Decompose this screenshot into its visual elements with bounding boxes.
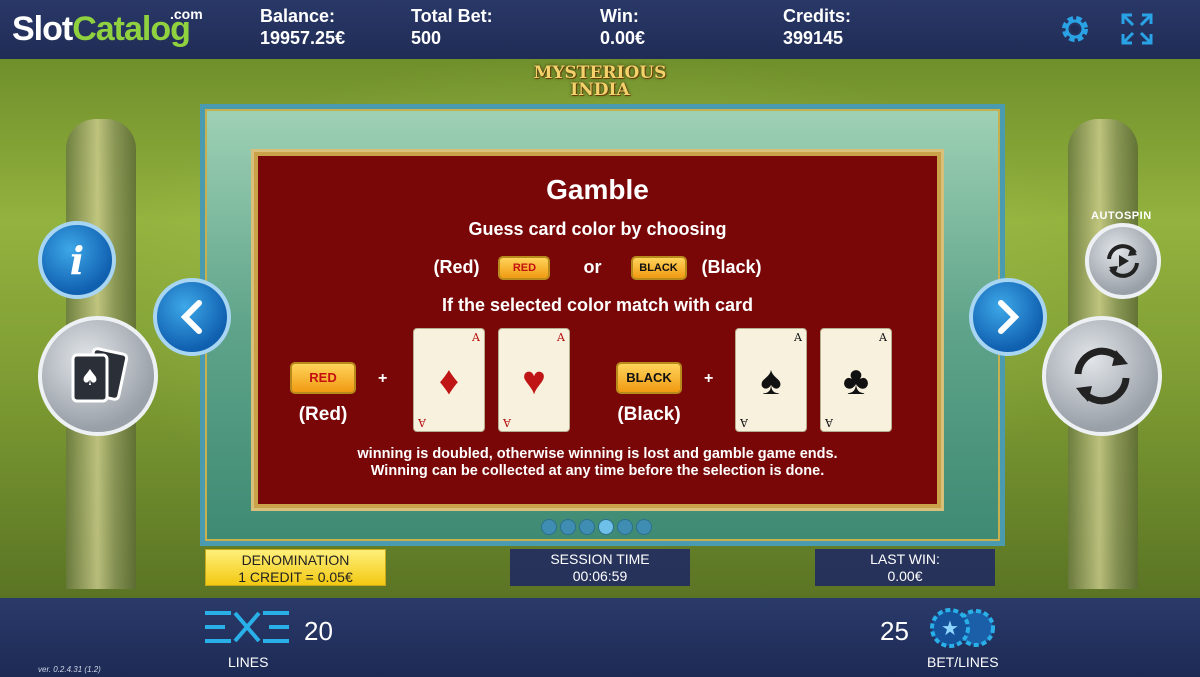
- black-example-label: (Black): [617, 404, 681, 425]
- card-ace-clubs: A ♣ A: [820, 328, 892, 432]
- fullscreen-icon[interactable]: [1120, 12, 1154, 46]
- session-time-box: SESSION TIME 00:06:59: [510, 549, 690, 586]
- next-page-button[interactable]: [969, 278, 1047, 356]
- bet-lines-value: 25: [880, 616, 909, 646]
- page-dot[interactable]: [579, 519, 595, 535]
- plus-sign: +: [704, 370, 714, 387]
- total-bet-display: Total Bet: 500: [411, 5, 493, 49]
- denomination-box[interactable]: DENOMINATION 1 CREDIT = 0.05€: [205, 549, 386, 586]
- gamble-footer-line1: winning is doubled, otherwise winning is…: [357, 446, 838, 462]
- card-ace-diamonds: A ♦ A: [413, 328, 485, 432]
- denomination-value: 1 CREDIT = 0.05€: [238, 569, 353, 585]
- session-time-value: 00:06:59: [572, 568, 628, 584]
- card-ace-hearts: A ♥ A: [498, 328, 570, 432]
- svg-text:♠: ♠: [80, 366, 100, 391]
- credits-display: Credits: 399145: [783, 5, 851, 49]
- spin-icon: [1074, 347, 1130, 405]
- info-button[interactable]: i: [38, 221, 116, 299]
- page-dot[interactable]: [617, 519, 633, 535]
- win-display: Win: 0.00€: [600, 5, 645, 49]
- last-win-label: LAST WIN:: [870, 551, 940, 567]
- top-bar: SlotCatalog .com Balance: 19957.25€ Total…: [0, 0, 1200, 59]
- autospin-button[interactable]: [1085, 223, 1161, 299]
- denomination-label: DENOMINATION: [241, 552, 350, 568]
- svg-text:★: ★: [941, 616, 959, 640]
- red-label: (Red): [433, 256, 480, 277]
- cards-icon: ♠: [71, 347, 129, 403]
- last-win-value: 0.00€: [887, 568, 923, 584]
- win-value: 0.00€: [600, 28, 646, 48]
- spin-button[interactable]: [1042, 316, 1162, 436]
- total-bet-value: 500: [411, 28, 442, 48]
- heart-icon: ♥: [522, 359, 546, 403]
- bet-lines-label: BET/LINES: [927, 654, 999, 670]
- chevron-right-icon: [998, 300, 1020, 334]
- gamble-subtitle: Guess card color by choosing: [468, 219, 727, 239]
- black-chip-example: BLACK: [616, 362, 682, 394]
- red-chip: RED: [498, 256, 551, 280]
- match-text: If the selected color match with card: [441, 295, 754, 315]
- game-screen: SlotCatalog .com Balance: 19957.25€ Total…: [0, 0, 1200, 677]
- page-dot-active[interactable]: [598, 519, 614, 535]
- game-title-logo: MYSTERIOUS INDIA: [533, 63, 667, 100]
- balance-value: 19957.25€: [260, 28, 346, 48]
- card-ace-spades: A ♠ A: [735, 328, 807, 432]
- gamble-title: Gamble: [546, 174, 649, 205]
- autospin-label: AUTOSPIN: [1091, 210, 1152, 222]
- choice-row: (Red) RED or BLACK (Black): [258, 256, 937, 280]
- credits-label: Credits:: [783, 6, 852, 26]
- spade-icon: ♠: [760, 359, 782, 403]
- page-dot[interactable]: [636, 519, 652, 535]
- balance-label: Balance:: [260, 6, 336, 26]
- chevron-left-icon: [180, 300, 202, 334]
- club-icon: ♣: [842, 359, 870, 403]
- credits-value: 399145: [783, 28, 844, 48]
- gamble-footer-line2: Winning can be collected at any time bef…: [370, 463, 825, 479]
- lines-label: LINES: [228, 654, 269, 670]
- page-dot[interactable]: [541, 519, 557, 535]
- lines-value: 20: [304, 616, 333, 646]
- page-indicator: [541, 519, 652, 535]
- version-text: ver. 0.2.4.31 (1.2): [38, 665, 101, 674]
- bet-lines-control[interactable]: ★: [930, 608, 998, 653]
- autospin-icon: [1107, 244, 1139, 278]
- session-time-label: SESSION TIME: [550, 551, 650, 567]
- gear-icon[interactable]: [1058, 12, 1092, 46]
- red-example-label: (Red): [298, 404, 348, 425]
- lines-control[interactable]: [203, 607, 291, 652]
- gamble-button[interactable]: ♠: [38, 316, 158, 436]
- diamond-icon: ♦: [438, 359, 460, 403]
- chips-icon: ★: [930, 608, 995, 648]
- total-bet-label: Total Bet:: [411, 6, 493, 26]
- bottom-bar: 20 LINES 25 ★ BET/LINES: [0, 598, 1200, 677]
- previous-page-button[interactable]: [153, 278, 231, 356]
- or-text: or: [583, 256, 602, 277]
- lines-icon: [205, 611, 289, 643]
- info-icon: i: [69, 237, 85, 283]
- black-label: (Black): [701, 256, 762, 277]
- gamble-help-panel: Gamble Guess card color by choosing (Red…: [254, 152, 941, 508]
- win-label: Win:: [600, 6, 639, 26]
- page-dot[interactable]: [560, 519, 576, 535]
- plus-sign: +: [378, 370, 388, 387]
- balance-display: Balance: 19957.25€: [260, 5, 345, 49]
- black-chip: BLACK: [630, 256, 687, 280]
- red-chip-example: RED: [290, 362, 356, 394]
- site-logo: SlotCatalog .com: [12, 6, 203, 48]
- last-win-box: LAST WIN: 0.00€: [815, 549, 995, 586]
